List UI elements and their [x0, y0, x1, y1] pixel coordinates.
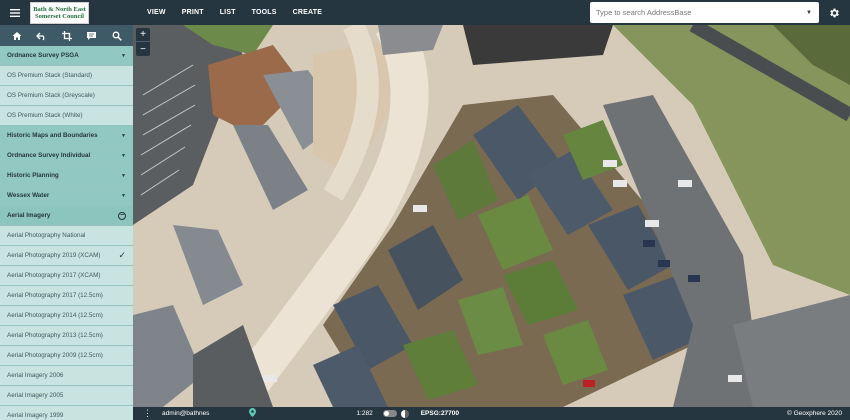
zoom-in-button[interactable]: +: [136, 28, 150, 42]
toggle-switch[interactable]: [382, 410, 397, 417]
chevron-down-icon: ▼: [121, 152, 126, 159]
chevron-down-icon: ▼: [121, 132, 126, 139]
layer-item-label: Aerial Photography 2014 (12.5cm): [7, 312, 103, 319]
layer-group-label: Historic Maps and Boundaries: [7, 132, 98, 139]
layer-group-label: Historic Planning: [7, 172, 59, 179]
logo-line-1: Bath & North East: [33, 5, 86, 13]
layer-group-label: Ordnance Survey PSGA: [7, 52, 79, 59]
hamburger-menu-icon[interactable]: [0, 0, 30, 25]
zoom-control: + −: [136, 28, 150, 56]
map-scale: 1:282: [356, 410, 373, 417]
back-icon[interactable]: [35, 29, 49, 43]
status-bar: ⋮ admin@bathnes 1:282 EPSG:27700 © Geoxp…: [133, 407, 850, 420]
layer-group-label: Aerial Imagery: [7, 212, 51, 219]
layer-group-os-psga[interactable]: Ordnance Survey PSGA ▼: [0, 46, 133, 66]
layer-sidebar: Ordnance Survey PSGA ▼ OS Premium Stack …: [0, 25, 133, 420]
layer-item-label: Aerial Imagery 2006: [7, 372, 64, 379]
menu-create[interactable]: CREATE: [293, 9, 322, 16]
layer-item[interactable]: Aerial Photography 2017 (12.5cm): [0, 286, 133, 306]
layer-item-selected[interactable]: Aerial Photography 2019 (XCAM) ✓: [0, 246, 133, 266]
layer-item-label: Aerial Imagery 1999: [7, 412, 64, 419]
layer-item[interactable]: Aerial Imagery 2006: [0, 366, 133, 386]
address-search: ▼: [590, 2, 819, 23]
layer-group-label: Wessex Water: [7, 192, 50, 199]
gear-icon[interactable]: [826, 5, 842, 21]
layer-item-label: Aerial Photography 2017 (XCAM): [7, 272, 101, 279]
layer-item[interactable]: Aerial Imagery 1999: [0, 406, 133, 420]
layer-group-label: Ordnance Survey Individual: [7, 152, 91, 159]
comment-icon[interactable]: [85, 29, 99, 43]
menu-view[interactable]: VIEW: [147, 9, 166, 16]
layer-item[interactable]: Aerial Photography 2017 (XCAM): [0, 266, 133, 286]
search-input[interactable]: [590, 2, 799, 23]
layer-item[interactable]: Aerial Photography 2013 (12.5cm): [0, 326, 133, 346]
layer-group-wessex-water[interactable]: Wessex Water ▼: [0, 186, 133, 206]
menu-list[interactable]: LIST: [220, 9, 236, 16]
layer-item[interactable]: Aerial Photography National: [0, 226, 133, 246]
layer-group-os-individual[interactable]: Ordnance Survey Individual ▼: [0, 146, 133, 166]
home-icon[interactable]: [10, 29, 24, 43]
layer-item-label: OS Premium Stack (White): [7, 112, 83, 119]
user-label[interactable]: admin@bathnes: [162, 410, 209, 417]
layer-item[interactable]: OS Premium Stack (Standard): [0, 66, 133, 86]
layer-item[interactable]: OS Premium Stack (Greyscale): [0, 86, 133, 106]
checkmark-icon: ✓: [118, 250, 126, 260]
layer-item-label: Aerial Photography 2019 (XCAM): [7, 252, 101, 259]
chevron-down-icon: ▼: [121, 52, 126, 59]
layer-item-label: OS Premium Stack (Standard): [7, 72, 93, 79]
layer-item-label: Aerial Photography 2013 (12.5cm): [7, 332, 103, 339]
layer-item[interactable]: OS Premium Stack (White): [0, 106, 133, 126]
layer-group-historic-maps[interactable]: Historic Maps and Boundaries ▼: [0, 126, 133, 146]
layer-item[interactable]: Aerial Imagery 2005: [0, 386, 133, 406]
main-menu: VIEW PRINT LIST TOOLS CREATE: [147, 9, 338, 16]
layer-item[interactable]: Aerial Photography 2014 (12.5cm): [0, 306, 133, 326]
layer-item-label: Aerial Photography 2009 (12.5cm): [7, 352, 103, 359]
sidebar-toolbar: [0, 25, 133, 46]
layer-item-label: Aerial Photography National: [7, 232, 86, 239]
aerial-imagery: [133, 25, 850, 407]
map-canvas[interactable]: [133, 25, 850, 407]
layer-item-label: Aerial Photography 2017 (12.5cm): [7, 292, 103, 299]
chevron-down-icon: ▼: [121, 192, 126, 199]
layer-item-label: OS Premium Stack (Greyscale): [7, 92, 95, 99]
collapse-icon[interactable]: −: [118, 211, 126, 220]
zoom-out-button[interactable]: −: [136, 42, 150, 56]
layer-group-aerial-imagery[interactable]: Aerial Imagery −: [0, 206, 133, 226]
copyright-text: © Geoxphere 2020: [786, 410, 842, 417]
projection-label: EPSG:27700: [420, 410, 460, 417]
menu-tools[interactable]: TOOLS: [252, 9, 277, 16]
menu-print[interactable]: PRINT: [182, 9, 204, 16]
location-pin-icon[interactable]: [249, 408, 257, 419]
layer-group-historic-planning[interactable]: Historic Planning ▼: [0, 166, 133, 186]
contrast-icon[interactable]: [400, 409, 409, 418]
logo-line-2: Somerset Council: [35, 12, 84, 20]
more-options-icon[interactable]: ⋮: [143, 408, 152, 419]
chevron-down-icon[interactable]: ▼: [799, 10, 819, 16]
search-icon[interactable]: [110, 29, 124, 43]
layer-item[interactable]: Aerial Photography 2009 (12.5cm): [0, 346, 133, 366]
crop-icon[interactable]: [60, 29, 74, 43]
chevron-down-icon: ▼: [121, 172, 126, 179]
council-logo: Bath & North East Somerset Council: [30, 1, 89, 24]
layer-item-label: Aerial Imagery 2005: [7, 392, 64, 399]
